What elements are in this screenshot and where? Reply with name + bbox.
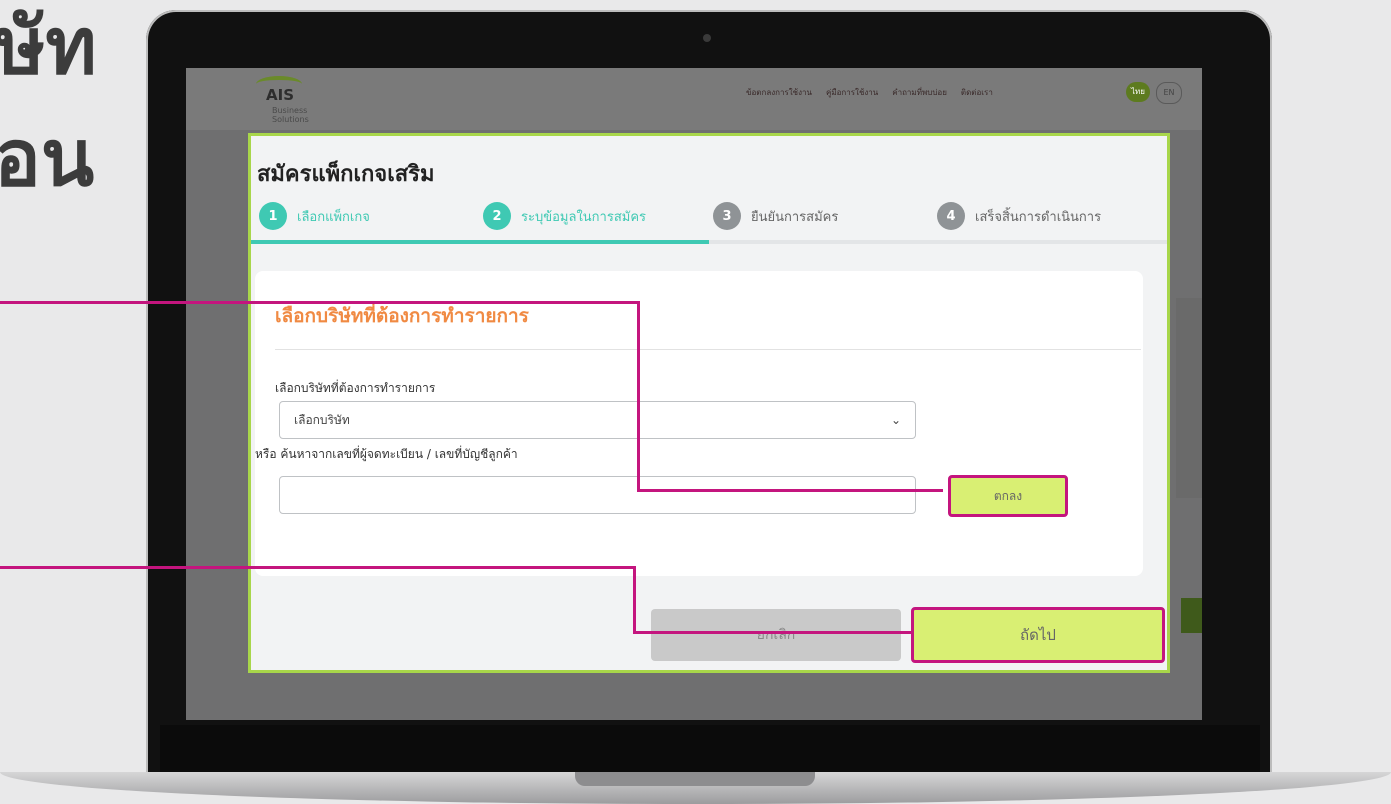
modal-title: สมัครแพ็กเกจเสริม xyxy=(257,162,435,187)
slide-title-line2: ื่อน xyxy=(0,114,95,204)
step-progress-track xyxy=(251,240,1167,244)
company-field-label: เลือกบริษัทที่ต้องการทำรายการ xyxy=(275,381,436,395)
step-label: ยืนยันการสมัคร xyxy=(751,209,839,225)
laptop-chin xyxy=(160,725,1260,775)
subscribe-modal: สมัครแพ็กเกจเสริม 1 เลือกแพ็กเกจ 2 ระบุข… xyxy=(248,133,1170,673)
annotation-line xyxy=(633,631,911,634)
top-nav: ข้อตกลงการใช้งาน คู่มือการใช้งาน คำถามที… xyxy=(746,86,993,99)
annotation-line xyxy=(633,566,636,634)
site-header: AIS Business Solutions ข้อตกลงการใช้งาน … xyxy=(186,68,1202,130)
lang-en-button[interactable]: EN xyxy=(1156,82,1182,104)
nav-terms[interactable]: ข้อตกลงการใช้งาน xyxy=(746,86,812,99)
card-divider xyxy=(275,349,1141,350)
step-number: 1 xyxy=(259,202,287,230)
step-number: 3 xyxy=(713,202,741,230)
step-3: 3 ยืนยันการสมัคร xyxy=(713,202,838,230)
step-4: 4 เสร็จสิ้นการดำเนินการ xyxy=(937,202,1101,230)
next-button[interactable]: ถัดไป xyxy=(911,607,1165,663)
step-progress-fill xyxy=(251,240,709,244)
company-select-value: เลือกบริษัท xyxy=(294,412,350,427)
ais-logo[interactable]: AIS xyxy=(266,86,294,104)
laptop-notch xyxy=(575,772,815,786)
step-2: 2 ระบุข้อมูลในการสมัคร xyxy=(483,202,646,230)
lang-th-button[interactable]: ไทย xyxy=(1126,82,1150,102)
camera-dot xyxy=(703,34,711,42)
step-label: ระบุข้อมูลในการสมัคร xyxy=(521,209,647,225)
slide-title-line1: ษัท xyxy=(0,2,97,92)
search-label: หรือ ค้นหาจากเลขที่ผู้จดทะเบียน / เลขที่… xyxy=(255,447,518,461)
chevron-down-icon: ⌄ xyxy=(890,413,901,427)
cancel-button[interactable]: ยกเลิก xyxy=(651,609,901,661)
step-number: 2 xyxy=(483,202,511,230)
annotation-line xyxy=(0,301,640,304)
ok-button[interactable]: ตกลง xyxy=(948,475,1068,517)
ais-logo-sub: Business Solutions xyxy=(272,106,309,124)
nav-manual[interactable]: คู่มือการใช้งาน xyxy=(826,86,878,99)
site-button-fragment xyxy=(1181,598,1202,633)
nav-contact[interactable]: ติดต่อเรา xyxy=(961,86,993,99)
nav-faq[interactable]: คำถามที่พบบ่อย xyxy=(892,86,947,99)
company-search-input[interactable] xyxy=(279,476,916,514)
card-title: เลือกบริษัทที่ต้องการทำรายการ xyxy=(275,305,529,327)
step-label: เสร็จสิ้นการดำเนินการ xyxy=(975,209,1102,225)
step-label: เลือกแพ็กเกจ xyxy=(297,209,370,225)
company-card: เลือกบริษัทที่ต้องการทำรายการ เลือกบริษั… xyxy=(255,271,1143,576)
annotation-line xyxy=(637,301,640,491)
stepper: 1 เลือกแพ็กเกจ 2 ระบุข้อมูลในการสมัคร 3 … xyxy=(251,196,1167,246)
step-1: 1 เลือกแพ็กเกจ xyxy=(259,202,370,230)
annotation-line xyxy=(637,489,943,492)
site-panel-right xyxy=(1176,298,1202,498)
step-number: 4 xyxy=(937,202,965,230)
annotation-line xyxy=(0,566,636,569)
company-select[interactable]: เลือกบริษัท ⌄ xyxy=(279,401,916,439)
